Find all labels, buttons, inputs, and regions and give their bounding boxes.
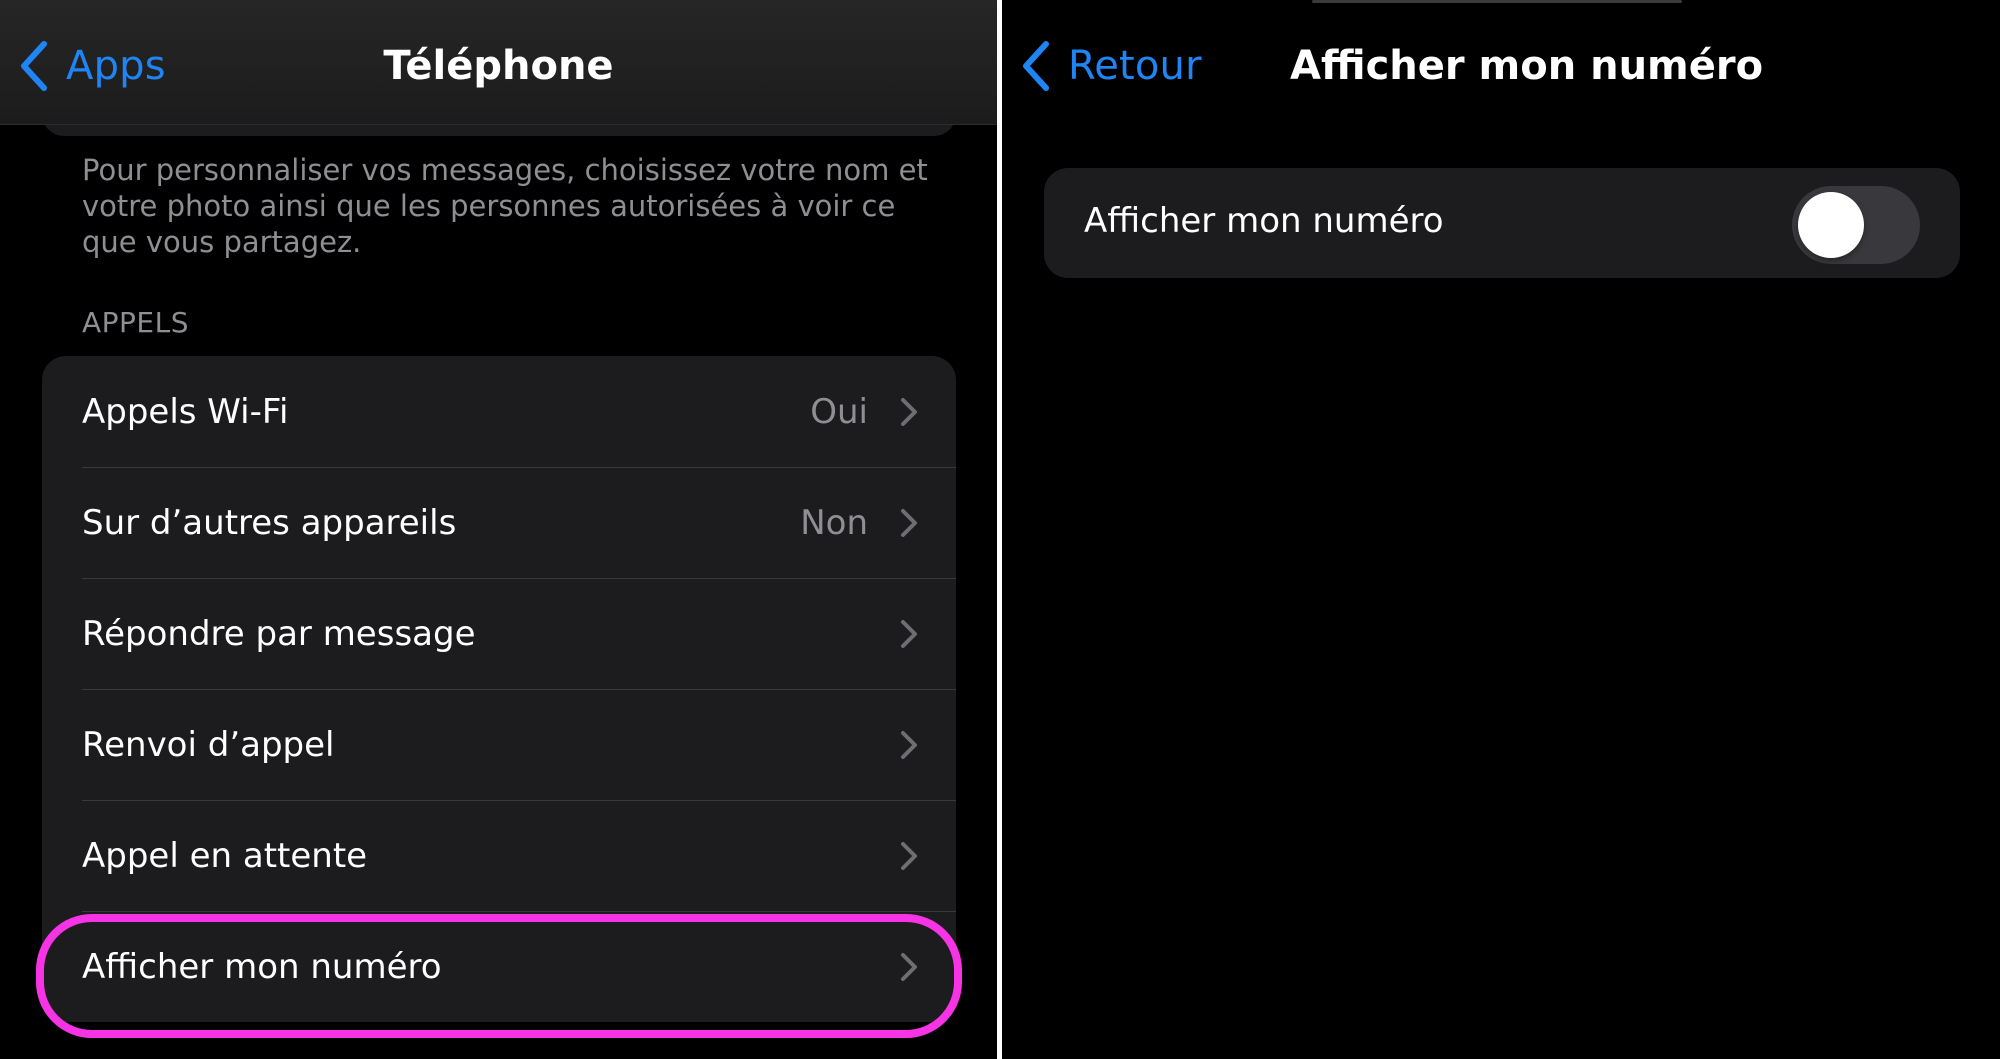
row-separator bbox=[82, 578, 956, 579]
page-title: Afficher mon numéro bbox=[1290, 43, 1764, 89]
chevron-right-icon bbox=[901, 397, 917, 426]
show-number-toggle[interactable] bbox=[1792, 186, 1920, 264]
right-panel-show-number: Retour Afficher mon numéro Afficher mon … bbox=[1002, 0, 2000, 1059]
settings-row-value: Oui bbox=[810, 391, 868, 432]
row-separator bbox=[82, 689, 956, 690]
back-button-label: Retour bbox=[1068, 43, 1202, 89]
settings-row[interactable]: Appel en attente bbox=[42, 800, 956, 911]
settings-row[interactable]: Renvoi d’appel bbox=[42, 689, 956, 800]
chevron-right-icon bbox=[901, 730, 917, 759]
settings-row[interactable]: Répondre par message bbox=[42, 578, 956, 689]
settings-row-label: Répondre par message bbox=[82, 613, 476, 654]
settings-row-label: Appel en attente bbox=[82, 835, 368, 876]
chevron-left-icon bbox=[1023, 41, 1049, 91]
chevron-right-icon bbox=[901, 952, 917, 981]
calls-settings-group: Appels Wi-Fi Oui Sur d’autres appareils Non… bbox=[42, 356, 956, 1022]
settings-row-label: Sur d’autres appareils bbox=[82, 502, 457, 543]
navigation-bar: Retour Afficher mon numéro bbox=[1002, 0, 2000, 124]
settings-row-label: Appels Wi-Fi bbox=[82, 391, 289, 432]
settings-row-value: Non bbox=[800, 502, 868, 543]
row-separator bbox=[82, 467, 956, 468]
row-separator bbox=[82, 800, 956, 801]
show-number-card: Afficher mon numéro bbox=[1044, 168, 1960, 278]
section-header-appels: APPELS bbox=[82, 306, 189, 339]
toggle-knob bbox=[1798, 192, 1864, 258]
row-separator bbox=[82, 911, 956, 912]
settings-row-label: Renvoi d’appel bbox=[82, 724, 335, 765]
group-footer-text: Pour personnaliser vos messages, choisis… bbox=[82, 153, 928, 259]
settings-row[interactable]: Sur d’autres appareils Non bbox=[42, 467, 956, 578]
show-number-label: Afficher mon numéro bbox=[1084, 201, 1444, 241]
settings-row-label: Afficher mon numéro bbox=[82, 946, 442, 987]
chevron-right-icon bbox=[901, 841, 917, 870]
left-panel-telephone-settings: Apps Téléphone Pour personnaliser vos me… bbox=[0, 0, 997, 1059]
settings-row[interactable]: Appels Wi-Fi Oui bbox=[42, 356, 956, 467]
settings-row[interactable]: Afficher mon numéro bbox=[42, 911, 956, 1022]
chevron-right-icon bbox=[901, 619, 917, 648]
back-button[interactable]: Retour bbox=[1022, 36, 1202, 96]
page-title: Téléphone bbox=[383, 43, 614, 89]
navigation-bar: Apps Téléphone bbox=[0, 0, 997, 125]
chevron-right-icon bbox=[901, 508, 917, 537]
